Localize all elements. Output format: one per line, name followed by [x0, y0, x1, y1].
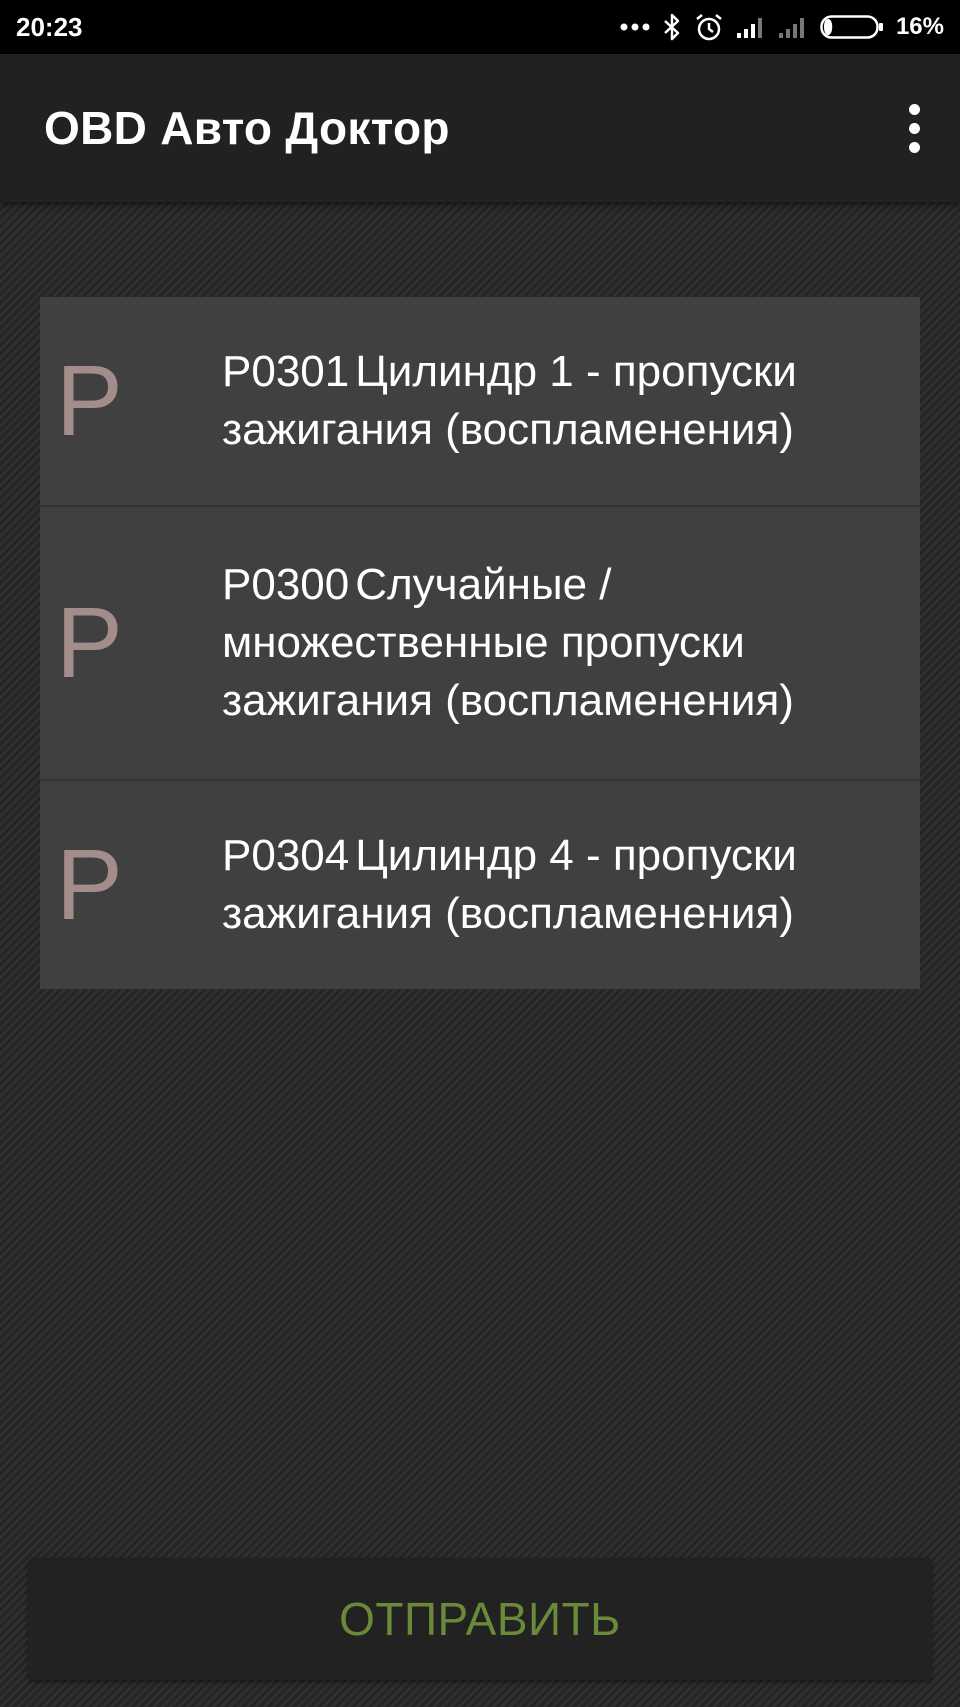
app-bar: OBD Авто Доктор [0, 54, 960, 202]
code-text: P0304 Цилиндр 4 - пропуски зажигания (вос… [222, 813, 920, 957]
menu-dot [908, 141, 920, 153]
code-type-letter: P [56, 829, 123, 941]
menu-dot [908, 122, 920, 134]
list-item[interactable]: P P0304 Цилиндр 4 - пропуски зажигания (в… [40, 779, 920, 989]
code-id: P0300 [222, 560, 350, 609]
trouble-code-list: P P0301 Цилиндр 1 - пропуски зажигания (в… [40, 297, 920, 989]
list-item[interactable]: P P0300 Случайные / множественные пропуск… [40, 505, 920, 779]
code-type-letter: P [56, 587, 123, 699]
status-time: 20:23 [16, 11, 83, 42]
alarm-icon [694, 12, 724, 42]
overflow-menu-icon[interactable] [894, 98, 934, 158]
code-id: P0301 [222, 347, 350, 396]
more-dots-icon [620, 12, 650, 42]
status-icons: 16% [620, 12, 944, 42]
send-button-label: ОТПРАВИТЬ [339, 1593, 621, 1645]
signal-icon [736, 12, 766, 42]
battery-icon [820, 12, 884, 42]
menu-dot [908, 103, 920, 115]
code-text: P0300 Случайные / множественные пропуски … [222, 542, 920, 744]
code-text: P0301 Цилиндр 1 - пропуски зажигания (вос… [222, 329, 920, 473]
send-button[interactable]: ОТПРАВИТЬ [28, 1558, 932, 1680]
code-id: P0304 [222, 831, 350, 880]
battery-percent: 16% [895, 13, 944, 40]
signal-empty-icon [778, 12, 808, 42]
code-type-letter: P [56, 345, 123, 457]
app-title: OBD Авто Доктор [44, 102, 450, 154]
bluetooth-icon [662, 12, 682, 42]
status-bar: 20:23 16% [0, 0, 960, 54]
list-item[interactable]: P P0301 Цилиндр 1 - пропуски зажигания (в… [40, 297, 920, 505]
